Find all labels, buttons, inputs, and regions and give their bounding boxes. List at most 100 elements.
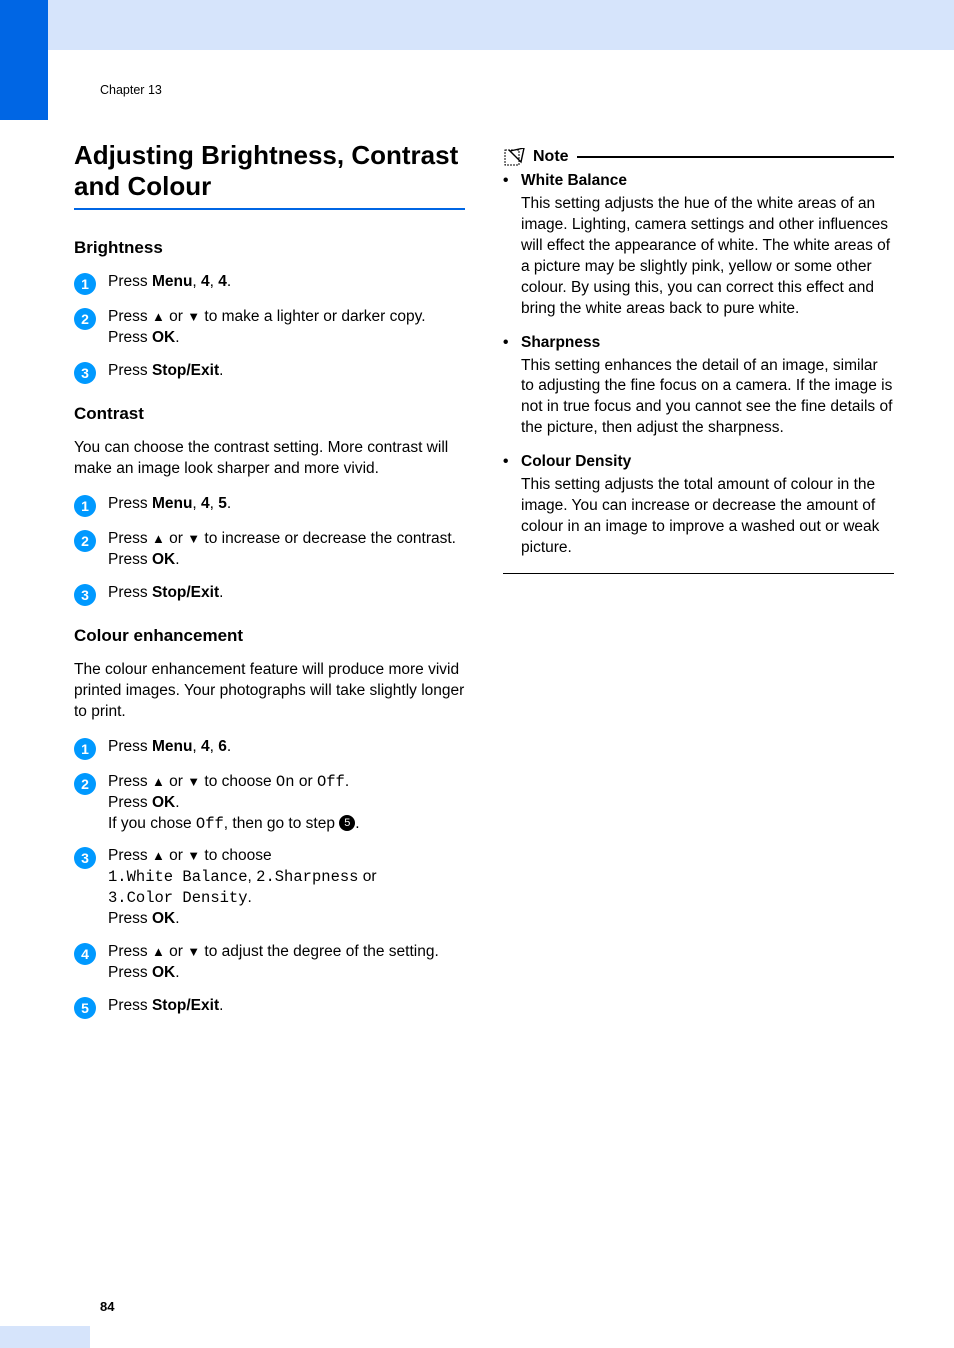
left-blue-stripe [0,0,48,120]
step-number-icon: 4 [74,943,96,965]
t: , [192,738,201,755]
step-ref-icon: 5 [339,815,355,831]
t: . [355,815,359,832]
k: 4 [201,273,210,290]
brightness-step-3: 3 Press Stop/Exit. [74,361,465,384]
colour-step-3: 3 Press ▲ or ▼ to choose 1.White Balance… [74,846,465,930]
t: Press [108,794,152,811]
t: Press [108,329,152,346]
step-number-icon: 2 [74,530,96,552]
stop-exit-key: Stop/Exit [152,362,219,379]
colour-step-4: 4 Press ▲ or ▼ to adjust the degree of t… [74,942,465,984]
t: Press [108,584,152,601]
page-title: Adjusting Brightness, Contrast and Colou… [74,140,465,202]
left-column: Adjusting Brightness, Contrast and Colou… [74,140,465,1039]
ok-key: OK [152,910,175,927]
t: , [210,738,219,755]
t: or [165,943,187,960]
ok-key: OK [152,551,175,568]
step-number-icon: 2 [74,308,96,330]
step-number-icon: 2 [74,773,96,795]
heading-colour: Colour enhancement [74,626,465,646]
note-rule [577,156,894,158]
note-item-desc: This setting adjusts the hue of the whit… [503,194,894,320]
step-number-icon: 1 [74,738,96,760]
step-body: Press ▲ or ▼ to increase or decrease the… [108,529,465,571]
colour-step-5: 5 Press Stop/Exit. [74,996,465,1019]
chapter-label: Chapter 13 [100,83,162,97]
bullet-icon: • [503,334,521,352]
t: Press [108,362,152,379]
k: 4 [218,273,227,290]
t: . [345,773,349,790]
t: to increase or decrease the contrast. [200,530,456,547]
down-arrow-icon: ▼ [187,944,200,959]
t: . [227,495,231,512]
up-arrow-icon: ▲ [152,310,165,325]
t: or [165,530,187,547]
contrast-step-3: 3 Press Stop/Exit. [74,583,465,606]
t: . [175,794,179,811]
step-number-icon: 3 [74,584,96,606]
down-arrow-icon: ▼ [187,531,200,546]
note-title: Note [533,148,569,166]
note-item-colour-density: • Colour Density This setting adjusts th… [503,453,894,559]
t: to choose [200,773,276,790]
step-number-icon: 3 [74,847,96,869]
menu-key: Menu [152,738,192,755]
t: . [219,997,223,1014]
opt-off: Off [196,815,224,833]
t: , [192,495,201,512]
step-number-icon: 1 [74,273,96,295]
step-number-icon: 5 [74,997,96,1019]
step-body: Press Stop/Exit. [108,996,465,1017]
t: , [210,495,219,512]
note-item-desc: This setting adjusts the total amount of… [503,475,894,559]
up-arrow-icon: ▲ [152,774,165,789]
bullet-icon: • [503,453,521,471]
top-blue-band [48,0,954,50]
colour-step-2: 2 Press ▲ or ▼ to choose On or Off. Pres… [74,772,465,835]
note-item-white-balance: • White Balance This setting adjusts the… [503,172,894,320]
colour-intro: The colour enhancement feature will prod… [74,660,465,723]
t: , then go to step [224,815,339,832]
note-item-title: White Balance [521,172,627,190]
colour-step-1: 1 Press Menu, 4, 6. [74,737,465,760]
menu-key: Menu [152,273,192,290]
t: Press [108,964,152,981]
t: If you chose [108,815,196,832]
t: . [227,738,231,755]
note-item-title: Colour Density [521,453,631,471]
step-body: Press Stop/Exit. [108,583,465,604]
step-body: Press Menu, 4, 5. [108,494,465,515]
contrast-step-1: 1 Press Menu, 4, 5. [74,494,465,517]
t: Press [108,308,152,325]
bullet-icon: • [503,172,521,190]
contrast-steps: 1 Press Menu, 4, 5. 2 Press ▲ or ▼ to in… [74,494,465,606]
step-body: Press ▲ or ▼ to choose On or Off. Press … [108,772,465,835]
contrast-step-2: 2 Press ▲ or ▼ to increase or decrease t… [74,529,465,571]
t: , [248,868,257,885]
stop-exit-key: Stop/Exit [152,584,219,601]
opt-on: On [276,773,295,791]
opt-sharp: 2.Sharpness [256,868,358,886]
note-item-desc: This setting enhances the detail of an i… [503,356,894,440]
t: . [175,551,179,568]
t: . [175,910,179,927]
heading-contrast: Contrast [74,404,465,424]
note-header: Note [503,148,894,166]
ok-key: OK [152,964,175,981]
step-body: Press Menu, 4, 4. [108,272,465,293]
t: or [165,773,187,790]
right-column: Note • White Balance This setting adjust… [503,140,894,1039]
t: Press [108,551,152,568]
k: 6 [218,738,227,755]
t: . [175,329,179,346]
t: . [219,362,223,379]
contrast-intro: You can choose the contrast setting. Mor… [74,438,465,480]
stop-exit-key: Stop/Exit [152,997,219,1014]
page-number: 84 [100,1299,114,1314]
t: to make a lighter or darker copy. [200,308,425,325]
down-arrow-icon: ▼ [187,849,200,864]
note-item-title: Sharpness [521,334,600,352]
